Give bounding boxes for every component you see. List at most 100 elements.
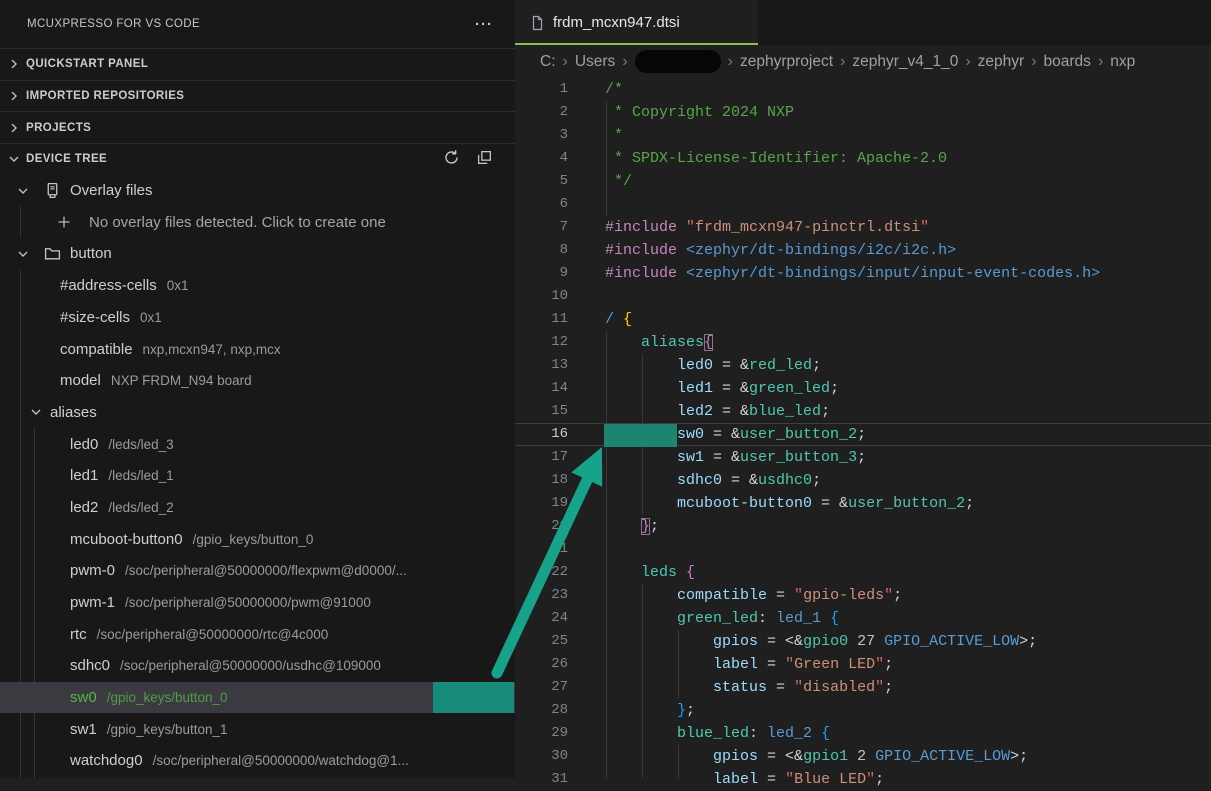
code-line-27[interactable]: 27 status = "disabled"; [515, 676, 1211, 699]
code-line-20[interactable]: 20 }; [515, 515, 1211, 538]
tree-item-rtc[interactable]: rtc/soc/peripheral@50000000/rtc@4c000 [0, 618, 515, 650]
breadcrumb-separator: › [1031, 53, 1036, 71]
tree-item-no-overlay-files-detected-cl[interactable]: No overlay files detected. Click to crea… [0, 206, 515, 238]
section-projects[interactable]: PROJECTS [0, 111, 515, 143]
tree-item-overlay-files[interactable]: Overlay files [0, 175, 515, 207]
code-line-13[interactable]: 13 led0 = &red_led; [515, 354, 1211, 377]
code-line-9[interactable]: 9 #include <zephyr/dt-bindings/input/inpu… [515, 262, 1211, 285]
tree-item-value: /soc/peripheral@50000000/usdhc@109000 [120, 658, 381, 673]
tree-item-value: /soc/peripheral@50000000/pwm@91000 [125, 595, 371, 610]
code-line-8[interactable]: 8 #include <zephyr/dt-bindings/i2c/i2c.h> [515, 239, 1211, 262]
tree-item-#address-cells[interactable]: #address-cells0x1 [0, 270, 515, 302]
code-line-25[interactable]: 25 gpios = <&gpio0 27 GPIO_ACTIVE_LOW>; [515, 630, 1211, 653]
tree-item-sw1[interactable]: sw1/gpio_keys/button_1 [0, 713, 515, 745]
tree-item-compatible[interactable]: compatiblenxp,mcxn947, nxp,mcx [0, 333, 515, 365]
chevron-right-icon [6, 120, 22, 136]
tree-item-label: mcuboot-button0 [70, 531, 183, 548]
tree-item-sw0[interactable]: sw0/gpio_keys/button_0 [0, 682, 515, 714]
code-line-content: status = "disabled"; [605, 676, 893, 699]
tree-item-#size-cells[interactable]: #size-cells0x1 [0, 302, 515, 334]
code-line-content: #include <zephyr/dt-bindings/i2c/i2c.h> [605, 239, 956, 262]
code-line-17[interactable]: 17 sw1 = &user_button_3; [515, 446, 1211, 469]
tree-item-pwm-1[interactable]: pwm-1/soc/peripheral@50000000/pwm@91000 [0, 587, 515, 619]
tree-item-value: /soc/peripheral@50000000/rtc@4c000 [97, 627, 329, 642]
code-line-10[interactable]: 10 [515, 285, 1211, 308]
breadcrumb-item[interactable]: zephyrproject [740, 53, 833, 71]
overlay-files-icon [44, 182, 61, 199]
tree-item-watchdog0[interactable]: watchdog0/soc/peripheral@50000000/watchd… [0, 745, 515, 777]
code-line-content: gpios = <&gpio0 27 GPIO_ACTIVE_LOW>; [605, 630, 1037, 653]
tree-item-led1[interactable]: led1/leds/led_1 [0, 460, 515, 492]
code-line-14[interactable]: 14 led1 = &green_led; [515, 377, 1211, 400]
code-line-content: sdhc0 = &usdhc0; [605, 469, 821, 492]
breadcrumb-item[interactable]: Users [575, 53, 615, 71]
tree-item-model[interactable]: modelNXP FRDM_N94 board [0, 365, 515, 397]
section-label: IMPORTED REPOSITORIES [26, 90, 184, 102]
code-line-6[interactable]: 6 [515, 193, 1211, 216]
active-tab-indicator [515, 43, 758, 46]
code-line-30[interactable]: 30 gpios = <&gpio1 2 GPIO_ACTIVE_LOW>; [515, 745, 1211, 768]
code-line-2[interactable]: 2 * Copyright 2024 NXP [515, 101, 1211, 124]
code-line-7[interactable]: 7#include "frdm_mcxn947-pinctrl.dtsi" [515, 216, 1211, 239]
breadcrumb-item[interactable]: C: [540, 53, 556, 71]
code-line-26[interactable]: 26 label = "Green LED"; [515, 653, 1211, 676]
code-line-16[interactable]: 16 sw0 = &user_button_2; [515, 423, 1211, 446]
tree-item-led2[interactable]: led2/leds/led_2 [0, 492, 515, 524]
code-line-1[interactable]: 1/* [515, 78, 1211, 101]
tree-item-value: nxp,mcxn947, nxp,mcx [143, 342, 281, 357]
code-line-content: #include <zephyr/dt-bindings/input/input… [605, 262, 1100, 285]
line-number: 21 [515, 538, 568, 561]
tree-item-label: Overlay files [70, 182, 153, 199]
tree-item-sdhc0[interactable]: sdhc0/soc/peripheral@50000000/usdhc@1090… [0, 650, 515, 682]
tree-item-mcuboot-button0[interactable]: mcuboot-button0/gpio_keys/button_0 [0, 523, 515, 555]
section-device-tree[interactable]: DEVICE TREE [0, 143, 515, 175]
tree-item-value: 0x1 [167, 278, 189, 293]
refresh-icon[interactable] [443, 149, 460, 169]
code-line-28[interactable]: 28 }; [515, 699, 1211, 722]
tree-item-led0[interactable]: led0/leds/led_3 [0, 428, 515, 460]
chevron-down-icon [28, 404, 44, 420]
section-quickstart-panel[interactable]: QUICKSTART PANEL [0, 48, 515, 80]
code-line-31[interactable]: 31 label = "Blue LED"; [515, 768, 1211, 791]
code-line-content: */ [605, 170, 632, 193]
chevron-right-icon [6, 88, 22, 104]
section-imported-repositories[interactable]: IMPORTED REPOSITORIES [0, 80, 515, 112]
code-line-19[interactable]: 19 mcuboot-button0 = &user_button_2; [515, 492, 1211, 515]
code-line-content: / { [605, 308, 632, 331]
code-line-18[interactable]: 18 sdhc0 = &usdhc0; [515, 469, 1211, 492]
code-line-11[interactable]: 11/ { [515, 308, 1211, 331]
code-line-4[interactable]: 4 * SPDX-License-Identifier: Apache-2.0 [515, 147, 1211, 170]
breadcrumb-item[interactable]: nxp [1110, 53, 1135, 71]
code-line-5[interactable]: 5 */ [515, 170, 1211, 193]
chevron-right-icon [6, 56, 22, 72]
code-line-12[interactable]: 12 aliases{ [515, 331, 1211, 354]
code-line-content: blue_led: led_2 { [605, 722, 830, 745]
tree-item-pwm-0[interactable]: pwm-0/soc/peripheral@50000000/flexpwm@d0… [0, 555, 515, 587]
collapse-all-icon[interactable] [476, 149, 493, 169]
tab-frdm-mcxn947-dtsi[interactable]: frdm_mcxn947.dtsi [515, 0, 758, 45]
line-number: 9 [515, 262, 568, 285]
tree-item-button[interactable]: button [0, 238, 515, 270]
line-number: 8 [515, 239, 568, 262]
code-line-content: gpios = <&gpio1 2 GPIO_ACTIVE_LOW>; [605, 745, 1028, 768]
file-icon [529, 15, 545, 31]
code-line-22[interactable]: 22 leds { [515, 561, 1211, 584]
line-number: 1 [515, 78, 568, 101]
code-line-23[interactable]: 23 compatible = "gpio-leds"; [515, 584, 1211, 607]
code-line-15[interactable]: 15 led2 = &blue_led; [515, 400, 1211, 423]
breadcrumb-item[interactable]: zephyr_v4_1_0 [852, 53, 958, 71]
code-line-21[interactable]: 21 [515, 538, 1211, 561]
code-line-29[interactable]: 29 blue_led: led_2 { [515, 722, 1211, 745]
code-line-content: compatible = "gpio-leds"; [605, 584, 902, 607]
breadcrumb-redacted-username[interactable] [635, 50, 721, 73]
more-actions-button[interactable]: ··· [475, 16, 493, 33]
line-number: 24 [515, 607, 568, 630]
line-number: 15 [515, 400, 568, 423]
code-line-3[interactable]: 3 * [515, 124, 1211, 147]
breadcrumb-separator: › [622, 53, 627, 71]
tree-item-aliases[interactable]: aliases [0, 397, 515, 429]
breadcrumb-item[interactable]: boards [1044, 53, 1091, 71]
line-number: 22 [515, 561, 568, 584]
breadcrumb-item[interactable]: zephyr [978, 53, 1025, 71]
code-line-24[interactable]: 24 green_led: led_1 { [515, 607, 1211, 630]
